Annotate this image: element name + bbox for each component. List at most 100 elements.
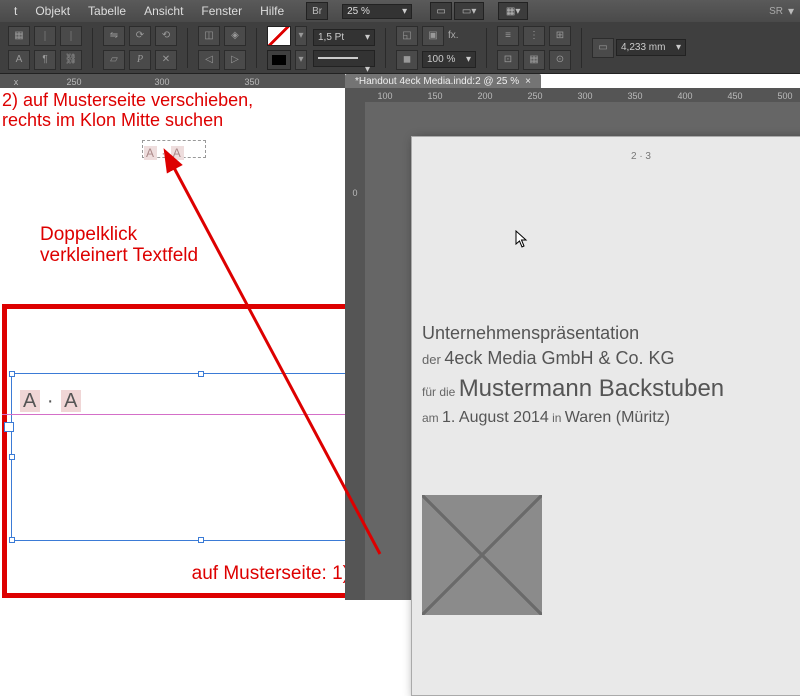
ruler-tick-label: 350 xyxy=(627,91,642,101)
drop-shadow-icon[interactable]: ◼ xyxy=(396,50,418,70)
menu-item-t[interactable]: t xyxy=(6,2,25,20)
view-mode-button[interactable]: ▭ xyxy=(430,2,452,20)
text-fragment: Mustermann Backstuben xyxy=(459,375,724,402)
char-panel-icon[interactable]: A xyxy=(8,50,30,70)
ruler-tick-label: 500 xyxy=(777,91,792,101)
opacity-dropdown[interactable]: 100 % xyxy=(422,51,476,68)
menu-item-tabelle[interactable]: Tabelle xyxy=(80,2,134,20)
heading-line3: für die Mustermann Backstuben xyxy=(422,375,800,403)
document-page[interactable]: 2 · 3 Unternehmenspräsentation der 4eck … xyxy=(411,136,800,696)
ruler-tick-label: 0 xyxy=(345,188,365,198)
text-in-port[interactable] xyxy=(4,422,14,432)
resize-handle[interactable] xyxy=(9,371,15,377)
resize-handle[interactable] xyxy=(9,454,15,460)
fill-dropdown-icon[interactable]: ▾ xyxy=(295,26,307,46)
image-placeholder-frame[interactable] xyxy=(422,495,542,615)
ruler-tick-label: 300 xyxy=(154,77,169,87)
y-field[interactable]: ｜ xyxy=(60,26,82,46)
folio-marker-dot: · xyxy=(161,146,166,160)
ruler-tick-label: 250 xyxy=(527,91,542,101)
group-icon[interactable]: ⊞ xyxy=(549,26,571,46)
annotation-line: verkleinert Textfeld xyxy=(40,245,198,266)
select-container-icon[interactable]: ◫ xyxy=(198,26,220,46)
workspace-label[interactable]: SR xyxy=(769,6,783,17)
p-icon[interactable]: P xyxy=(129,50,151,70)
selected-text-frame[interactable]: A · A ⤡ xyxy=(11,373,391,541)
folio-marker-a: A xyxy=(144,146,157,160)
stroke-style-dropdown[interactable] xyxy=(313,50,375,67)
folio-marker-a: A xyxy=(20,390,40,412)
annotation-red-frame: A · A ⤡ auf Musterseite: 1) xyxy=(2,304,390,598)
right-document-view: 0 100 150 200 250 300 350 400 450 500 2 … xyxy=(345,88,800,600)
stroke-swatch[interactable] xyxy=(267,50,291,70)
screen-mode-dropdown[interactable]: ▭▾ xyxy=(454,2,484,20)
text-fragment: 1. August 2014 xyxy=(442,409,549,426)
clear-transform-icon[interactable]: ✕ xyxy=(155,50,177,70)
resize-handle[interactable] xyxy=(9,537,15,543)
page-folio: 2 · 3 xyxy=(412,151,800,162)
document-tab-bar: *Handout 4eck Media.indd:2 @ 25 % × xyxy=(345,74,541,88)
center-content-icon[interactable]: ⊙ xyxy=(549,50,571,70)
text-fragment: 4eck Media GmbH & Co. KG xyxy=(444,348,674,368)
folio-marker-b: A xyxy=(61,390,81,412)
ruler-tick-label: x xyxy=(14,77,19,87)
frame-edge-icon[interactable]: ▭ xyxy=(592,38,614,58)
annotation-line: Doppelklick xyxy=(40,224,198,245)
ruler-tick-label: 350 xyxy=(244,77,259,87)
corner-options-icon[interactable]: ◱ xyxy=(396,26,418,46)
x-field[interactable]: ｜ xyxy=(34,26,56,46)
text-fragment: der xyxy=(422,352,444,367)
menu-item-ansicht[interactable]: Ansicht xyxy=(136,2,191,20)
resize-handle[interactable] xyxy=(198,537,204,543)
annotation-step1: auf Musterseite: 1) xyxy=(192,563,349,585)
align-icon[interactable]: ≡ xyxy=(497,26,519,46)
text-fragment: Waren (Müritz) xyxy=(565,409,670,426)
flip-h-icon[interactable]: ⇋ xyxy=(103,26,125,46)
pasteboard[interactable]: 2 · 3 Unternehmenspräsentation der 4eck … xyxy=(365,102,800,600)
right-horizontal-ruler: 100 150 200 250 300 350 400 450 500 xyxy=(365,88,800,102)
annotation-doppelklick: Doppelklick verkleinert Textfeld xyxy=(40,224,198,267)
text-fragment: am xyxy=(422,411,442,425)
arrange-dropdown[interactable]: ▦▾ xyxy=(498,2,528,20)
text-fragment: in xyxy=(549,411,565,425)
stroke-dropdown-icon[interactable]: ▾ xyxy=(295,50,307,70)
menu-item-hilfe[interactable]: Hilfe xyxy=(252,2,292,20)
left-horizontal-ruler: x 250 300 350 xyxy=(0,74,345,88)
master-folio-marker-small: A · A xyxy=(144,146,184,160)
fx-label[interactable]: fx. xyxy=(448,30,459,41)
left-document-view: x 250 300 350 2) auf Musterseite verschi… xyxy=(0,74,345,600)
document-tab[interactable]: *Handout 4eck Media.indd:2 @ 25 % × xyxy=(345,74,541,88)
distribute-icon[interactable]: ⋮ xyxy=(523,26,545,46)
menu-item-fenster[interactable]: Fenster xyxy=(193,2,250,20)
heading-line4: am 1. August 2014 in Waren (Müritz) xyxy=(422,409,800,427)
fill-frame-icon[interactable]: ▦ xyxy=(523,50,545,70)
ruler-tick-label: 450 xyxy=(727,91,742,101)
text-fragment: für die xyxy=(422,385,459,399)
fill-swatch[interactable] xyxy=(267,26,291,46)
ruler-tick-label: 400 xyxy=(677,91,692,101)
ref-point-grid[interactable]: ▦ xyxy=(8,26,30,46)
folio-marker-b: A xyxy=(171,146,184,160)
annotation-step2: 2) auf Musterseite verschieben, rechts i… xyxy=(2,90,305,130)
rotate-icon[interactable]: ⟳ xyxy=(129,26,151,46)
resize-handle[interactable] xyxy=(198,371,204,377)
shear-icon[interactable]: ▱ xyxy=(103,50,125,70)
w-field[interactable]: 4,233 mm xyxy=(616,39,686,56)
next-object-icon[interactable]: ▷ xyxy=(224,50,246,70)
stroke-weight-dropdown[interactable]: 1,5 Pt xyxy=(313,29,375,46)
zoom-level-dropdown[interactable]: 25 % xyxy=(342,4,412,19)
select-content-icon[interactable]: ◈ xyxy=(224,26,246,46)
text-wrap-icon[interactable]: ▣ xyxy=(422,26,444,46)
heading-line1: Unternehmenspräsentation xyxy=(422,323,800,344)
prev-object-icon[interactable]: ◁ xyxy=(198,50,220,70)
control-bar: ▦ ｜ ｜ A ¶ ⛓ ⇋ ⟳ ⟲ ▱ P ✕ ◫ ◈ ◁ ▷ xyxy=(0,22,800,74)
fit-frame-icon[interactable]: ⊡ xyxy=(497,50,519,70)
menu-item-objekt[interactable]: Objekt xyxy=(27,2,78,20)
mouse-cursor-icon xyxy=(515,230,529,251)
para-panel-icon[interactable]: ¶ xyxy=(34,50,56,70)
close-tab-icon[interactable]: × xyxy=(525,76,531,87)
rotate-ccw-icon[interactable]: ⟲ xyxy=(155,26,177,46)
link-icon[interactable]: ⛓ xyxy=(60,50,82,70)
bridge-button[interactable]: Br xyxy=(306,2,328,20)
ruler-tick-label: 300 xyxy=(577,91,592,101)
